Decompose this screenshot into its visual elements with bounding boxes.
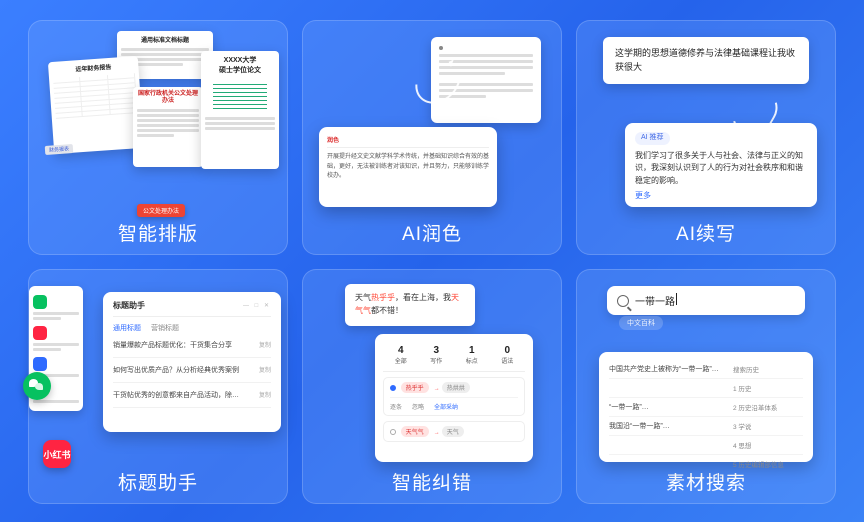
title-suggestion: 干货帖优秀的创意都来自产品活动，除…复制 <box>113 383 271 408</box>
card-label-title: 标题助手 <box>118 468 198 495</box>
card-label-polish: AI润色 <box>402 219 462 246</box>
title-suggestion: 销量爆款产品标题优化：干货集合分享复制 <box>113 333 271 358</box>
search-results: 中国共产党史上被称为“一带一路”…搜索历史 1 历史 “一带一路”…2 历史沿革… <box>599 352 813 462</box>
wechat-icon <box>23 372 51 400</box>
continue-result: AI 推荐 我们学习了很多关于人与社会、法律与正义的知识，我深刻认识到了人的行为… <box>625 123 817 207</box>
doc-table-title: 近年财务报告 <box>52 60 134 75</box>
result-row[interactable]: 1 历史 <box>609 379 803 398</box>
title-panel-title: 标题助手 <box>113 300 145 311</box>
continue-prompt: 这学期的思想道德修养与法律基础课程让我收获很大 <box>603 37 809 84</box>
preview-title-helper: 小红书 标题助手 — □ ✕ 通用标题 营销标题 销量爆款产品标题优化：干货集合… <box>41 280 275 462</box>
window-controls-icon[interactable]: — □ ✕ <box>243 302 271 309</box>
card-layout[interactable]: 通用标准文档标题 近年财务报告 财务报表 国家行政机关公文处理办法 XXXX <box>28 20 288 255</box>
copy-button[interactable]: 复制 <box>259 340 271 349</box>
polish-tab: 润色 <box>327 135 489 148</box>
result-row[interactable]: 中国共产党史上被称为“一带一路”…搜索历史 <box>609 360 803 379</box>
card-label-layout: 智能排版 <box>118 219 198 246</box>
correction-item[interactable]: 天气气→天气 <box>383 421 525 442</box>
card-continue[interactable]: 这学期的思想道德修养与法律基础课程让我收获很大 AI 推荐 我们学习了很多关于人… <box>576 20 836 255</box>
search-icon <box>617 295 629 307</box>
card-title-helper[interactable]: 小红书 标题助手 — □ ✕ 通用标题 营销标题 销量爆款产品标题优化：干货集合… <box>28 269 288 504</box>
doc-thesis: XXXX大学 硕士学位论文 <box>201 51 279 169</box>
tab-general[interactable]: 通用标题 <box>113 325 141 332</box>
feature-grid: 通用标准文档标题 近年财务报告 财务报表 国家行政机关公文处理办法 XXXX <box>0 0 864 522</box>
card-label-continue: AI续写 <box>676 219 736 246</box>
correction-item[interactable]: 热乎乎→热烘烘 逐条忽略全部采纳 <box>383 377 525 416</box>
continue-body: 我们学习了很多关于人与社会、法律与正义的知识，我深刻认识到了人的行为对社会秩序和… <box>635 150 807 187</box>
doc-generic-title: 通用标准文档标题 <box>121 35 209 44</box>
doc-thesis-title: XXXX大学 硕士学位论文 <box>205 55 275 75</box>
card-search[interactable]: 一带一路 中文百科 中国共产党史上被称为“一带一路”…搜索历史 1 历史 “一带… <box>576 269 836 504</box>
doc-table: 近年财务报告 <box>48 56 144 154</box>
preview-correct: 天气热乎乎，看在上海，我天气气都不错！ 4全部 3写作 1标点 0语法 热乎乎→… <box>315 280 549 462</box>
tag-finance: 财务报表 <box>45 144 74 155</box>
search-input[interactable]: 一带一路 <box>607 286 805 315</box>
result-row[interactable]: 5 历史编辑部信息 <box>609 455 803 473</box>
correction-panel: 4全部 3写作 1标点 0语法 热乎乎→热烘烘 逐条忽略全部采纳 天气气→天气 <box>375 334 533 462</box>
ai-badge: AI 推荐 <box>635 132 670 145</box>
title-panel: 标题助手 — □ ✕ 通用标题 营销标题 销量爆款产品标题优化：干货集合分享复制… <box>103 292 281 432</box>
tab-marketing[interactable]: 营销标题 <box>151 325 179 332</box>
preview-polish: 润色 开展提升经文史文献学科学术传统，并基础知识综合有效的基础，更好，无法被训练… <box>315 31 549 213</box>
search-hint: 中文百科 <box>619 316 663 330</box>
card-polish[interactable]: 润色 开展提升经文史文献学科学术传统，并基础知识综合有效的基础，更好，无法被训练… <box>302 20 562 255</box>
red-label: 公文处理办法 <box>137 204 185 217</box>
copy-button[interactable]: 复制 <box>259 390 271 399</box>
doc-gov: 国家行政机关公文处理办法 <box>133 87 203 167</box>
xiaohongshu-icon: 小红书 <box>43 440 71 468</box>
result-row[interactable]: “一带一路”…2 历史沿革体系 <box>609 398 803 417</box>
more-link[interactable]: 更多 <box>635 190 651 202</box>
result-row[interactable]: 4 思想 <box>609 436 803 455</box>
title-suggestion: 如何写出优质产品？从分析经典优秀案例复制 <box>113 358 271 383</box>
copy-button[interactable]: 复制 <box>259 365 271 374</box>
stats-row: 4全部 3写作 1标点 0语法 <box>383 342 525 372</box>
sample-text: 天气热乎乎，看在上海，我天气气都不错！ <box>345 284 475 326</box>
result-row[interactable]: 我国沿“一带一路”…3 学说 <box>609 417 803 436</box>
preview-continue: 这学期的思想道德修养与法律基础课程让我收获很大 AI 推荐 我们学习了很多关于人… <box>589 31 823 213</box>
preview-layout: 通用标准文档标题 近年财务报告 财务报表 国家行政机关公文处理办法 XXXX <box>41 31 275 213</box>
preview-search: 一带一路 中文百科 中国共产党史上被称为“一带一路”…搜索历史 1 历史 “一带… <box>589 280 823 462</box>
polish-body: 开展提升经文史文献学科学术传统，并基础知识综合有效的基础，更好，无法被训练者对该… <box>327 153 489 182</box>
doc-gov-title: 国家行政机关公文处理办法 <box>137 91 199 105</box>
card-correct[interactable]: 天气热乎乎，看在上海，我天气气都不错！ 4全部 3写作 1标点 0语法 热乎乎→… <box>302 269 562 504</box>
card-label-correct: 智能纠错 <box>392 468 472 495</box>
polish-result: 润色 开展提升经文史文献学科学术传统，并基础知识综合有效的基础，更好，无法被训练… <box>319 127 497 207</box>
